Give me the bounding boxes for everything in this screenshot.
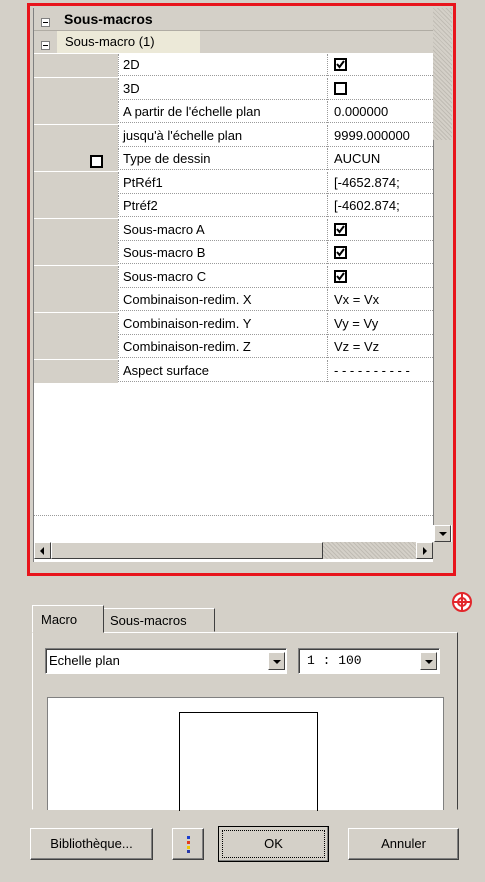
- tab-macro-label: Macro: [41, 612, 78, 627]
- highlight-frame: [27, 3, 456, 576]
- chevron-down-icon: [273, 660, 281, 664]
- cancel-button[interactable]: Annuler: [348, 828, 459, 860]
- library-button[interactable]: Bibliothèque...: [30, 828, 153, 860]
- focus-rect: [222, 830, 325, 858]
- tab-sous-macros-label: Sous-macros: [110, 613, 187, 628]
- preview-rectangle: [179, 712, 318, 811]
- scale-ratio-select[interactable]: 1 : 100: [298, 648, 440, 674]
- color-button[interactable]: [172, 828, 204, 860]
- tab-macro[interactable]: Macro: [32, 605, 104, 633]
- dropdown-button[interactable]: [420, 652, 437, 670]
- scale-type-value: Echelle plan: [49, 653, 120, 668]
- chevron-down-icon: [425, 660, 433, 664]
- help-button[interactable]: [450, 590, 474, 614]
- dropdown-button[interactable]: [268, 652, 285, 670]
- cancel-button-label: Annuler: [381, 836, 426, 851]
- library-button-label: Bibliothèque...: [50, 836, 133, 851]
- scale-ratio-value: 1 : 100: [307, 653, 362, 668]
- scale-type-select[interactable]: Echelle plan: [45, 648, 287, 674]
- tab-sous-macros[interactable]: Sous-macros: [103, 608, 215, 632]
- lifebuoy-icon: [452, 592, 472, 612]
- macro-preview: [47, 697, 444, 811]
- color-dots-icon: [187, 836, 190, 853]
- ok-button[interactable]: OK: [218, 826, 329, 862]
